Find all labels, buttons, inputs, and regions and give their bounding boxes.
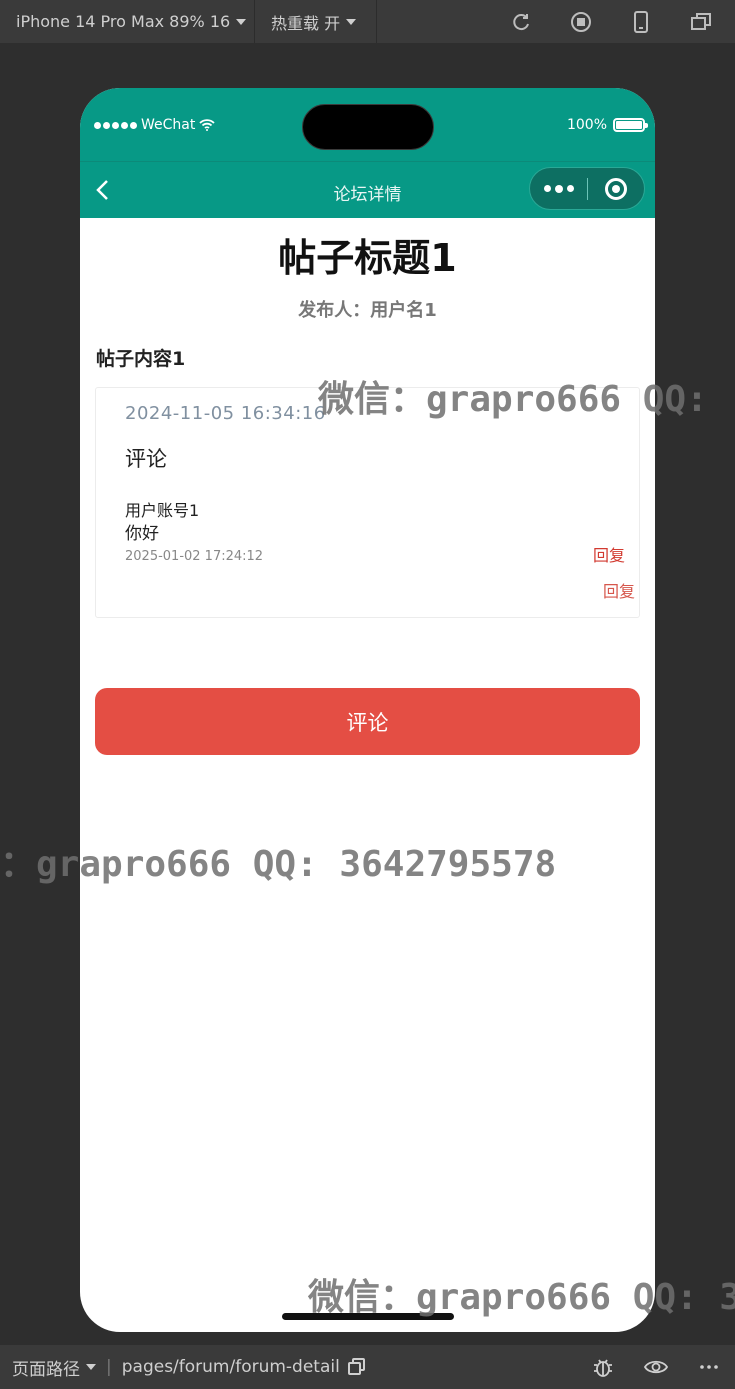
post-timestamp: 2024-11-05 16:34:16 bbox=[125, 403, 326, 424]
chevron-down-icon bbox=[86, 1364, 96, 1370]
page-path-value: pages/forum/forum-detail bbox=[121, 1357, 340, 1377]
comment-text: 你好 bbox=[125, 524, 159, 544]
post-content: 帖子内容1 bbox=[96, 348, 186, 370]
dynamic-island bbox=[302, 104, 434, 150]
battery-icon bbox=[613, 118, 648, 132]
hot-reload-toggle[interactable]: 热重载 开 bbox=[255, 0, 377, 43]
chevron-down-icon bbox=[346, 18, 357, 25]
battery-percent: 100% bbox=[566, 117, 607, 133]
comments-heading: 评论 bbox=[125, 447, 167, 471]
comment-item: 用户账号1 你好 2025-01-02 17:24:12 回复 bbox=[125, 500, 625, 566]
refresh-icon[interactable] bbox=[505, 6, 537, 38]
post-title: 帖子标题1 bbox=[278, 236, 457, 280]
watermark: ：grapro666 QQ: 3642795578 bbox=[0, 844, 557, 885]
comment-user: 用户账号1 bbox=[125, 501, 200, 520]
status-bar: WeChat 100% bbox=[80, 88, 655, 161]
mini-program-capsule bbox=[529, 167, 645, 210]
copy-icon[interactable] bbox=[347, 1358, 366, 1376]
more-options-icon[interactable] bbox=[697, 1355, 721, 1379]
window-icon[interactable] bbox=[685, 6, 717, 38]
comment-reply-button[interactable]: 回复 bbox=[593, 542, 625, 566]
close-mini-program-icon[interactable] bbox=[588, 177, 644, 200]
comment-button[interactable]: 评论 bbox=[95, 688, 640, 755]
wifi-icon bbox=[199, 119, 215, 131]
stop-icon[interactable] bbox=[565, 6, 597, 38]
chevron-down-icon bbox=[236, 18, 247, 25]
signal-dots-icon bbox=[94, 121, 137, 129]
carrier-label: WeChat bbox=[141, 117, 196, 133]
device-selector[interactable]: iPhone 14 Pro Max 89% 16 bbox=[0, 0, 255, 43]
devtools-top-toolbar: iPhone 14 Pro Max 89% 16 热重载 开 bbox=[0, 0, 735, 43]
phone-frame: WeChat 100% 论坛详情 帖子标题1 发布人：用户名1 帖子内容1 20… bbox=[80, 88, 655, 1332]
eye-icon[interactable] bbox=[643, 1355, 669, 1379]
reply-link[interactable]: 回复 bbox=[603, 578, 635, 602]
post-author: 发布人：用户名1 bbox=[80, 296, 655, 322]
hot-reload-label: 热重载 开 bbox=[271, 13, 341, 33]
more-icon[interactable] bbox=[530, 184, 587, 193]
bug-icon[interactable] bbox=[591, 1355, 615, 1379]
divider: | bbox=[106, 1357, 112, 1377]
comment-timestamp: 2025-01-02 17:24:12 bbox=[125, 549, 264, 564]
watermark: 微信：grapro666 QQ: bbox=[318, 379, 708, 420]
page-path-label: 页面路径 bbox=[12, 1359, 80, 1380]
device-label: iPhone 14 Pro Max 89% 16 bbox=[16, 12, 231, 31]
watermark: 微信：grapro666 QQ: 3 bbox=[308, 1277, 735, 1318]
page-path-selector[interactable]: 页面路径 bbox=[0, 1355, 96, 1380]
author-label: 发布人： bbox=[298, 300, 371, 321]
post-detail: 帖子标题1 发布人：用户名1 帖子内容1 2024-11-05 16:34:16… bbox=[80, 218, 655, 755]
devtools-bottom-bar: 页面路径 | pages/forum/forum-detail bbox=[0, 1345, 735, 1389]
phone-preview-icon[interactable] bbox=[625, 6, 657, 38]
author-name: 用户名1 bbox=[370, 300, 437, 321]
navigation-bar: 论坛详情 bbox=[80, 161, 655, 218]
